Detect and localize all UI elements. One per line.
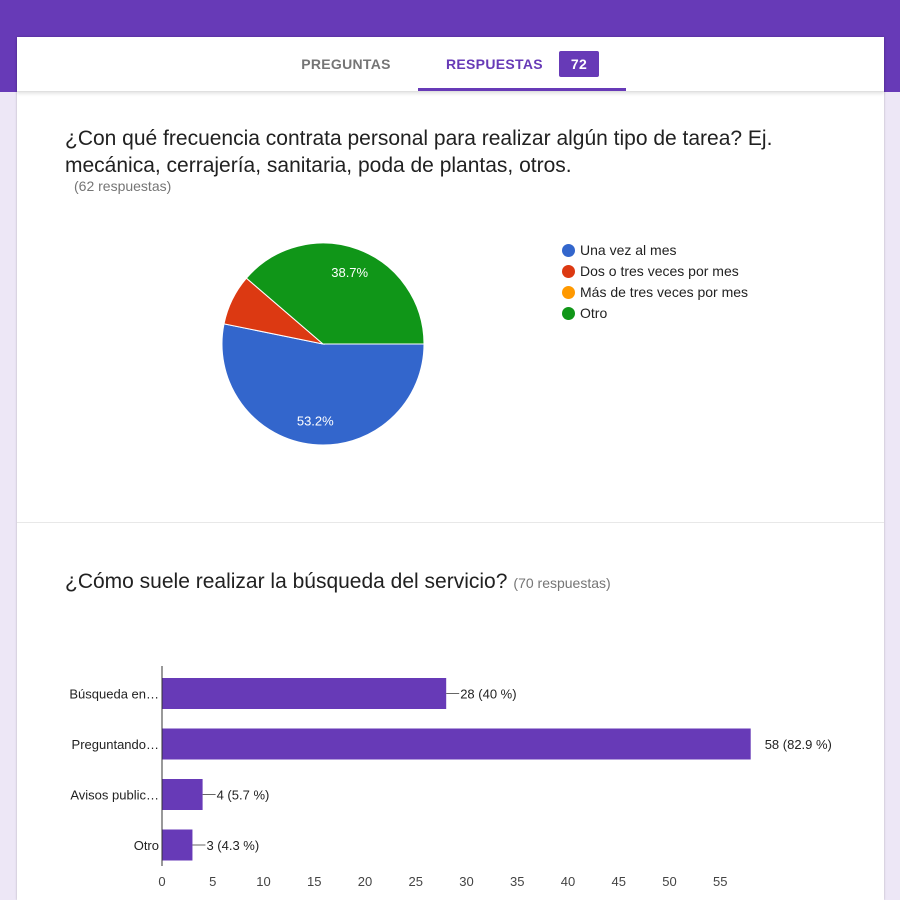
pie-slice-label: 38.7% [331, 265, 368, 280]
question-2-title: ¿Cómo suele realizar la búsqueda del ser… [65, 568, 865, 597]
x-tick-label: 20 [358, 874, 372, 889]
legend-color-dot [562, 286, 575, 299]
bar [162, 779, 203, 810]
tab-preguntas-label: PREGUNTAS [301, 56, 391, 72]
x-tick-label: 25 [409, 874, 423, 889]
x-tick-label: 5 [209, 874, 216, 889]
bar-category-label: Otro [134, 838, 159, 853]
legend-color-dot [562, 265, 575, 278]
x-tick-label: 30 [459, 874, 473, 889]
x-tick-label: 10 [256, 874, 270, 889]
search-method-bar-chart: Búsqueda en… Preguntando… Avisos public… Ot… [69, 666, 832, 889]
question-2-title-text: ¿Cómo suele realizar la búsqueda del ser… [65, 570, 508, 593]
form-card: PREGUNTAS RESPUESTAS 72 ¿Con qué frecuen… [17, 37, 884, 900]
x-tick-label: 0 [158, 874, 165, 889]
bar-value-label: 4 (5.7 %) [217, 788, 270, 803]
x-tick-label: 40 [561, 874, 575, 889]
x-tick-label: 45 [612, 874, 626, 889]
legend-label: Más de tres veces por mes [580, 284, 749, 300]
x-tick-label: 35 [510, 874, 524, 889]
legend-label: Una vez al mes [580, 242, 677, 258]
legend-label: Dos o tres veces por mes [580, 263, 739, 279]
x-tick-label: 50 [662, 874, 676, 889]
bar-category-label: Avisos public… [70, 788, 159, 803]
bar-value-label: 58 (82.9 %) [765, 737, 832, 752]
bar [162, 678, 447, 709]
bar [162, 829, 193, 861]
tab-respuestas[interactable]: RESPUESTAS 72 [418, 37, 626, 91]
bar-value-label: 3 (4.3 %) [206, 838, 259, 853]
bar-category-label: Búsqueda en… [69, 687, 159, 702]
question-1-response-count: (62 respuestas) [74, 178, 172, 194]
question-2-response-count: (70 respuestas) [513, 575, 611, 591]
section-divider [17, 522, 884, 523]
legend-label: Otro [580, 305, 608, 321]
question-1-title: ¿Con qué frecuencia contrata personal pa… [65, 127, 773, 177]
tab-respuestas-label: RESPUESTAS [446, 56, 543, 72]
x-tick-label: 15 [307, 874, 321, 889]
x-tick-label: 55 [713, 874, 727, 889]
frequency-pie-chart: 53.2% 38.7% [221, 242, 425, 446]
bar [162, 728, 751, 760]
bar-value-label: 28 (40 %) [460, 687, 516, 702]
legend-color-dot [562, 307, 575, 320]
bar-category-label: Preguntando… [72, 737, 159, 752]
tab-bar: PREGUNTAS RESPUESTAS 72 [17, 37, 884, 92]
legend-color-dot [562, 244, 575, 257]
responses-count-badge: 72 [559, 51, 599, 77]
tab-preguntas[interactable]: PREGUNTAS [283, 37, 409, 91]
pie-slice-label: 53.2% [297, 413, 334, 428]
